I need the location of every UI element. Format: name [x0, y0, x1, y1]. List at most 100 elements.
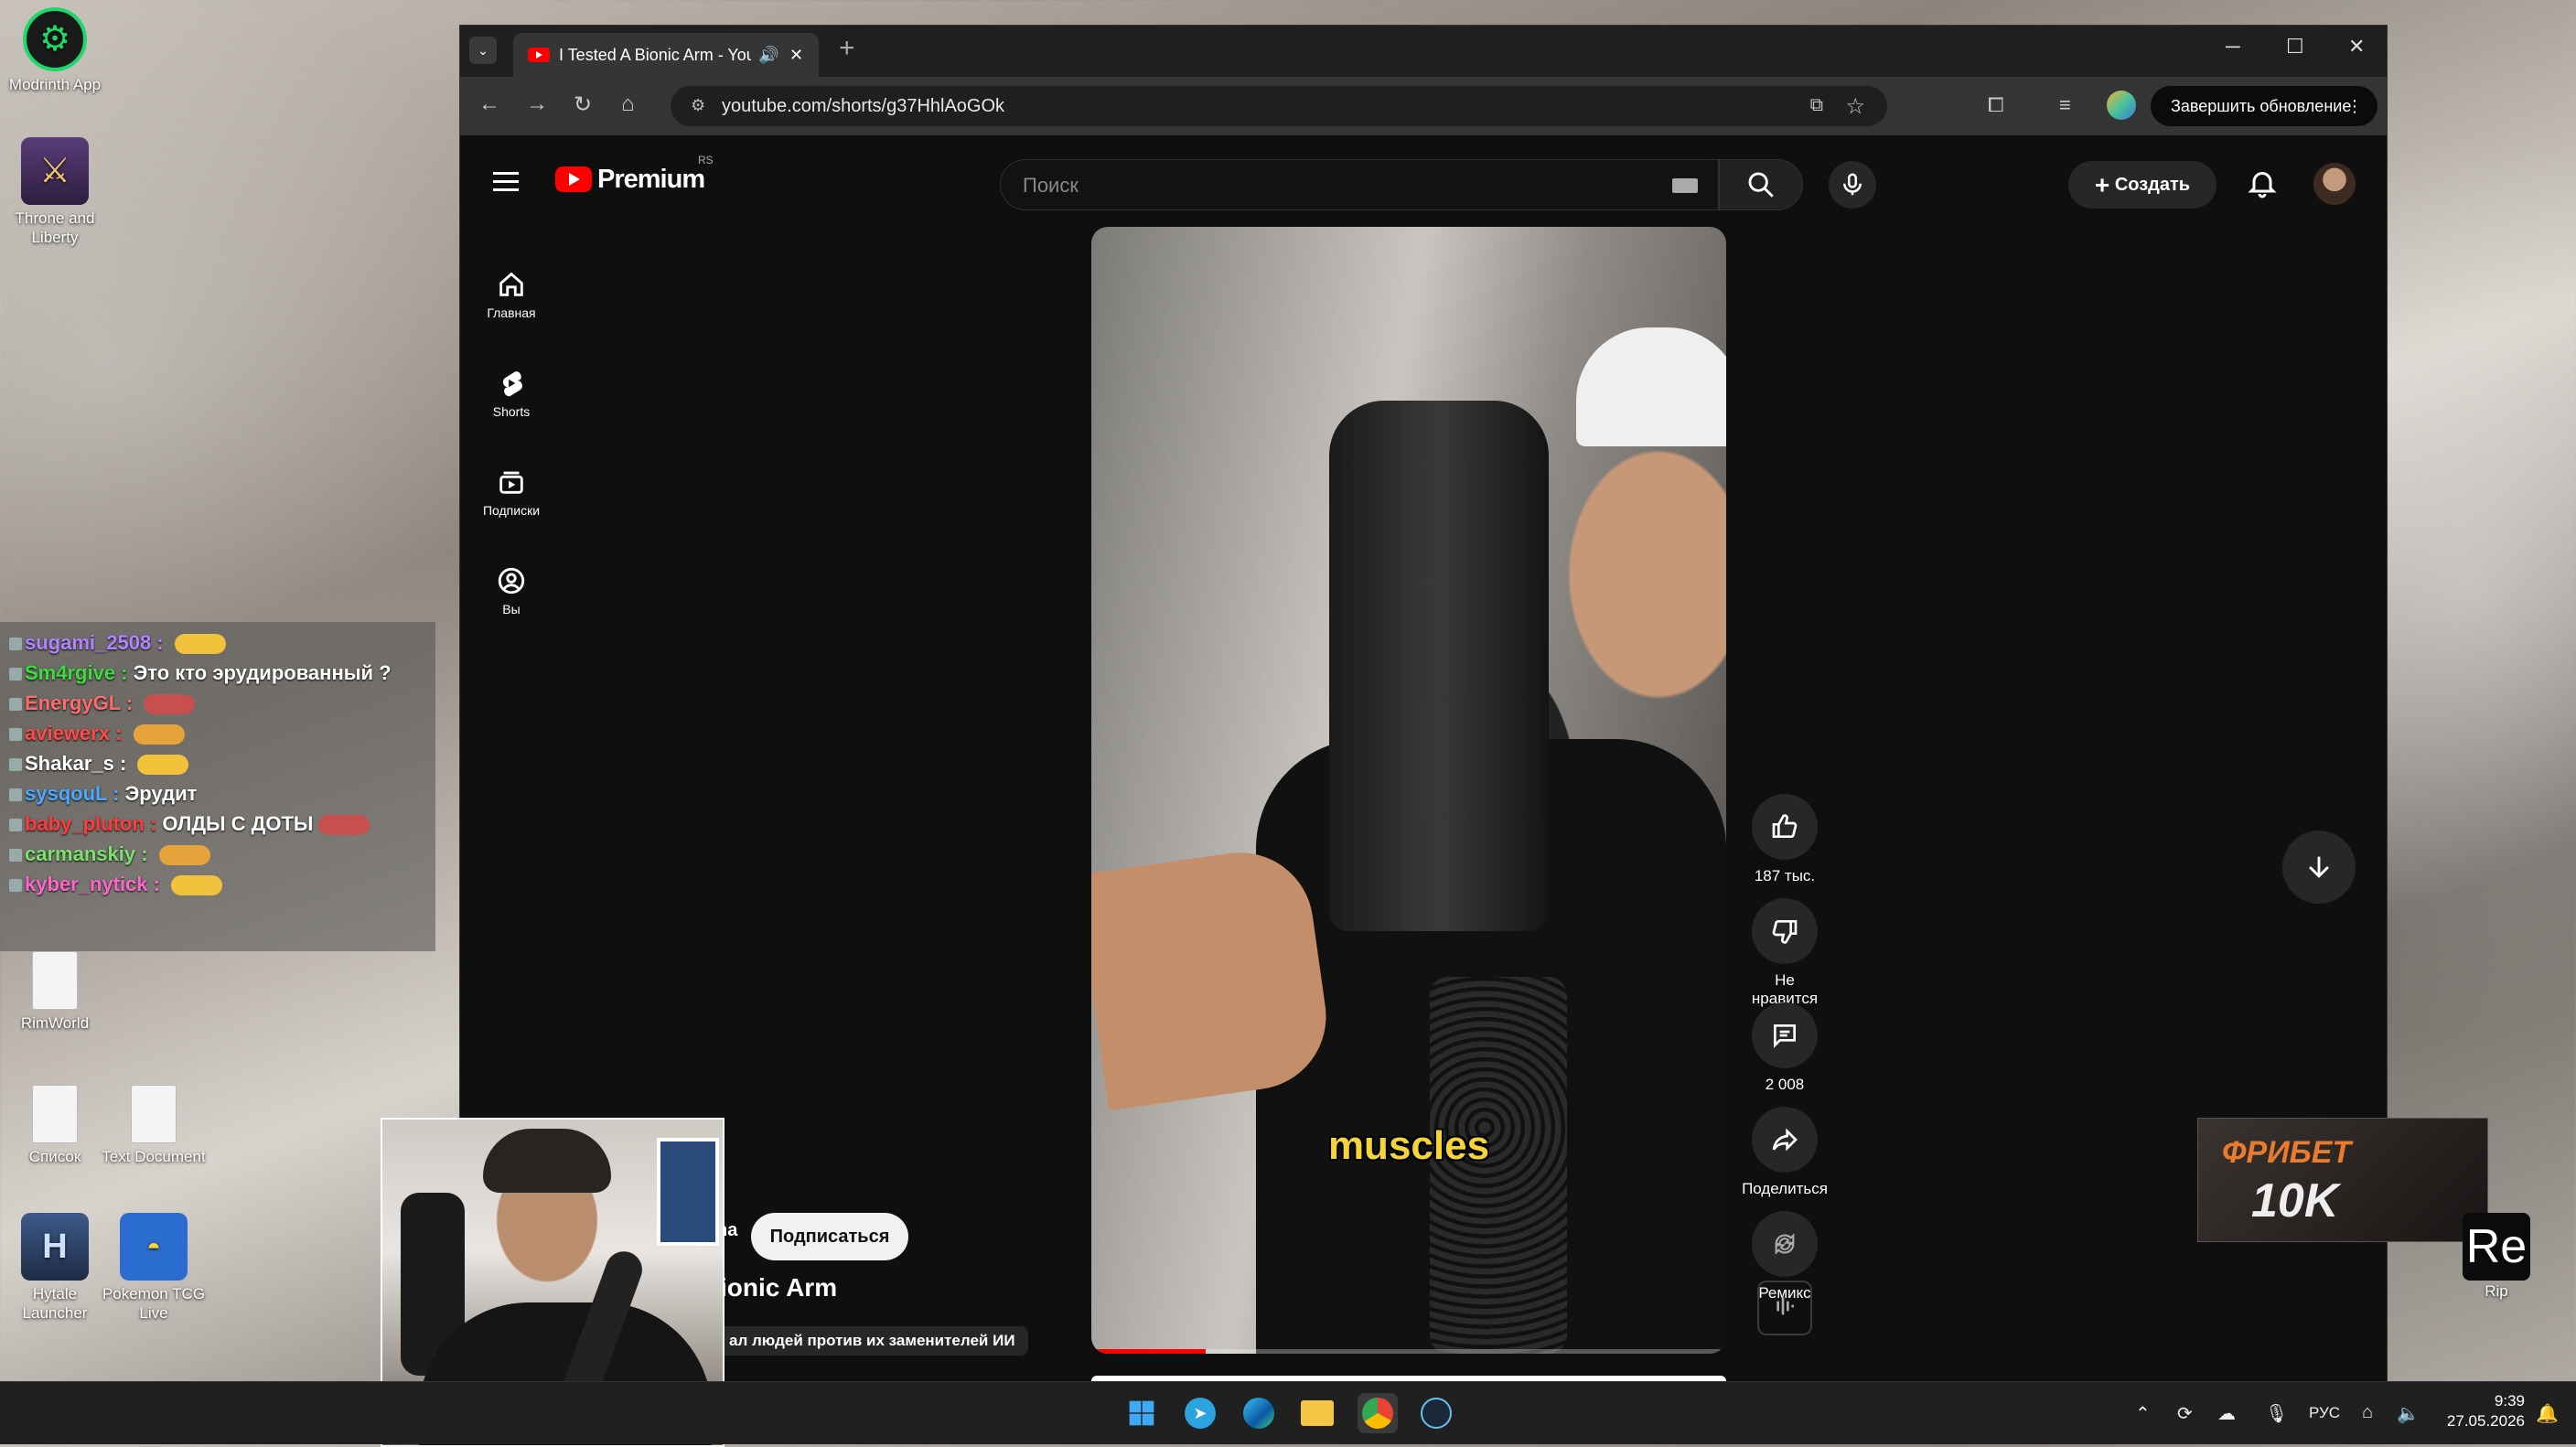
input-language[interactable]: РУС — [2309, 1404, 2340, 1422]
desktop-icon-throne-and-liberty[interactable]: ⚔ Throne and Liberty — [0, 137, 110, 247]
sidebar-item-subscriptions[interactable]: Подписки — [460, 466, 563, 518]
address-url[interactable]: youtube.com/shorts/g37HhlAoGOk — [722, 96, 1004, 117]
account-avatar[interactable] — [2313, 163, 2356, 205]
voice-search-button[interactable] — [1829, 161, 1876, 209]
chat-badge-icon — [9, 819, 22, 832]
subscriptions-icon — [499, 471, 523, 494]
network-icon[interactable]: ⌂ — [2362, 1402, 2373, 1423]
home-button[interactable]: ⌂ — [621, 91, 635, 117]
chat-badge-icon — [9, 668, 22, 681]
desktop-icon-modrinth[interactable]: ⚙ Modrinth App — [0, 7, 110, 94]
reading-list-icon[interactable]: ≡ — [2059, 93, 2071, 117]
pokemon-tcg-icon: ◓ — [120, 1213, 188, 1281]
video-description-chip[interactable]: ал людей против их заменителей ИИ — [716, 1326, 1028, 1356]
site-info-icon[interactable]: ⚙ — [691, 96, 705, 115]
desktop-icon-hytale[interactable]: H Hytale Launcher — [0, 1213, 110, 1323]
desktop-icon-text-document[interactable]: Text Document — [99, 1085, 209, 1166]
comments-button[interactable] — [1752, 1002, 1818, 1068]
desktop-icon-label: Список — [28, 1148, 81, 1165]
account-circle-icon — [498, 567, 525, 595]
chrome-taskbar-button[interactable] — [1358, 1393, 1398, 1433]
address-bar[interactable]: ⚙ youtube.com/shorts/g37HhlAoGOk ⧉ ☆ — [671, 86, 1887, 126]
create-button[interactable]: + Создать — [2068, 161, 2216, 209]
desktop-icon-pokemon-tcg[interactable]: ◓ Pokemon TCG Live — [99, 1213, 209, 1323]
new-tab-button[interactable]: + — [839, 33, 855, 64]
dislike-button[interactable] — [1752, 898, 1818, 964]
plus-icon: + — [2094, 170, 2110, 199]
chat-badge-icon — [9, 698, 22, 712]
forward-button[interactable]: → — [526, 91, 548, 117]
edge-taskbar-button[interactable] — [1239, 1393, 1279, 1433]
back-button[interactable]: ← — [478, 91, 500, 117]
subscribe-button[interactable]: Подписаться — [751, 1213, 908, 1260]
browser-tab-active[interactable]: I Tested A Bionic Arm - You 🔊 ✕ — [513, 33, 819, 77]
finish-update-button[interactable]: Завершить обновление ⋮ — [2151, 86, 2377, 126]
close-window-button[interactable]: ✕ — [2348, 35, 2365, 59]
browser-toolbar: ← → ↻ ⌂ ⚙ youtube.com/shorts/g37HhlAoGOk… — [460, 77, 2387, 135]
freebet-ad-banner: ФРИБЕТ 10K — [2197, 1118, 2488, 1242]
video-frame-arm — [1091, 842, 1336, 1111]
tab-bar: ⌄ I Tested A Bionic Arm - You 🔊 ✕ + ─ ☐ … — [460, 26, 2387, 77]
share-action[interactable]: Поделиться — [1741, 1107, 1829, 1198]
tray-overflow-chevron-icon[interactable]: ⌃ — [2135, 1402, 2151, 1425]
desktop-icon-spisok[interactable]: Список — [0, 1085, 110, 1166]
video-progress-bar[interactable] — [1091, 1349, 1726, 1354]
notifications-bell-icon[interactable] — [2246, 166, 2279, 199]
hytale-icon: H — [21, 1213, 89, 1281]
chat-message: sugami_2508 : — [9, 627, 426, 658]
install-app-icon[interactable]: ⧉ — [1810, 95, 1823, 116]
search-input[interactable]: Поиск — [1000, 159, 1719, 210]
next-short-button[interactable] — [2282, 831, 2356, 904]
cloud-icon[interactable]: ☁ — [2217, 1402, 2236, 1425]
search-button[interactable] — [1719, 159, 1803, 210]
like-button[interactable] — [1752, 794, 1818, 860]
reload-button[interactable]: ↻ — [574, 91, 592, 118]
browser-profile-avatar[interactable] — [2107, 91, 2136, 120]
minimize-button[interactable]: ─ — [2226, 35, 2240, 59]
chat-badge-icon — [9, 758, 22, 772]
telegram-taskbar-button[interactable]: ➤ — [1180, 1393, 1220, 1433]
clock-date: 27.05.2026 — [2446, 1412, 2525, 1430]
microphone-icon — [1843, 173, 1862, 196]
steam-icon — [1421, 1398, 1452, 1429]
start-button[interactable] — [1122, 1393, 1162, 1433]
share-button[interactable] — [1752, 1107, 1818, 1173]
desktop-icon-label: Text Document — [102, 1148, 206, 1165]
tab-search-button[interactable]: ⌄ — [469, 37, 497, 64]
document-icon — [131, 1085, 177, 1143]
file-explorer-taskbar-button[interactable] — [1297, 1393, 1337, 1433]
sidebar-item-shorts[interactable]: Shorts — [460, 368, 563, 419]
sidebar-item-you[interactable]: Вы — [460, 565, 563, 616]
sync-icon[interactable]: ⟳ — [2177, 1402, 2193, 1425]
extensions-icon[interactable]: ⧠ — [1988, 93, 2004, 117]
thumbs-down-icon — [1772, 919, 1798, 944]
video-title[interactable]: ionic Arm — [720, 1273, 837, 1302]
home-icon — [499, 272, 523, 296]
audio-waveform-icon — [1776, 1297, 1794, 1315]
bookmark-star-icon[interactable]: ☆ — [1845, 93, 1865, 120]
steam-taskbar-button[interactable] — [1416, 1393, 1456, 1433]
sidebar-item-home[interactable]: Главная — [460, 269, 563, 320]
keyboard-icon[interactable] — [1672, 178, 1698, 193]
notification-icon[interactable]: 🔔 — [2536, 1402, 2559, 1425]
menu-icon[interactable] — [493, 166, 519, 197]
more-menu-icon[interactable]: ⋮ — [2346, 86, 2363, 126]
desktop-icon-rimworld[interactable]: RimWorld — [0, 951, 110, 1033]
desktop-icon-rip[interactable]: Re — [2463, 1213, 2530, 1281]
speaker-icon[interactable]: 🔊 — [758, 33, 778, 77]
dislike-action[interactable]: Не нравится — [1741, 898, 1829, 1008]
like-action[interactable]: 187 тыс. — [1741, 794, 1829, 885]
microphone-tray-icon[interactable]: 🎙 — [2265, 1402, 2288, 1425]
chat-badge-icon — [9, 788, 22, 802]
remix-button[interactable] — [1752, 1211, 1818, 1277]
shorts-icon — [502, 371, 522, 397]
maximize-button[interactable]: ☐ — [2286, 35, 2304, 59]
rip-app-icon: Re — [2465, 1220, 2528, 1273]
search-icon — [1748, 172, 1774, 198]
shorts-video-player[interactable]: muscles — [1091, 227, 1726, 1354]
sound-button[interactable] — [1757, 1281, 1812, 1335]
chat-message: EnergyGL : — [9, 688, 426, 718]
system-clock[interactable]: 9:39 27.05.2026 — [2415, 1391, 2525, 1431]
tab-close-icon[interactable]: ✕ — [789, 33, 803, 77]
comments-action[interactable]: 2 008 — [1741, 1002, 1829, 1094]
